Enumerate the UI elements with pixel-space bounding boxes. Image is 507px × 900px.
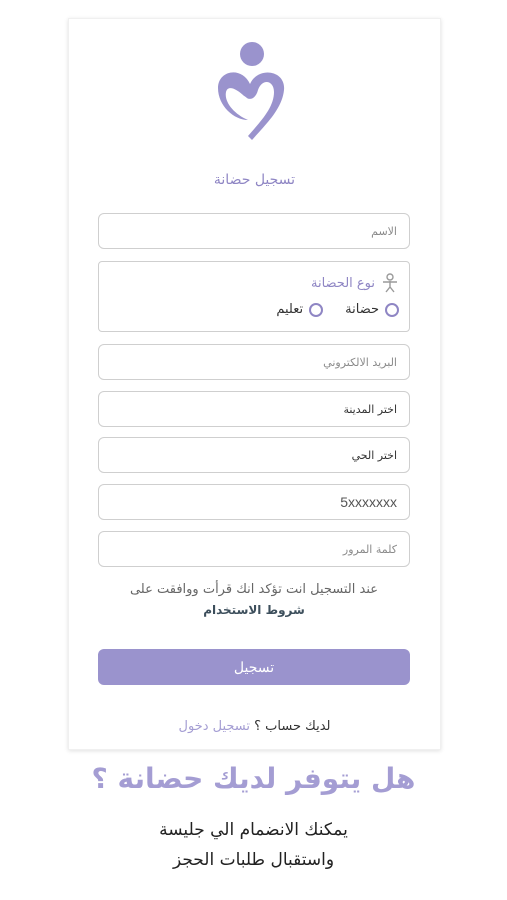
district-select[interactable]: اختر الحي: [98, 437, 410, 473]
email-field[interactable]: البريد الالكتروني: [98, 344, 410, 380]
promo-text: يمكنك الانضمام الي جليسة واستقبال طلبات …: [0, 815, 507, 875]
radio-education[interactable]: تعليم: [276, 302, 324, 317]
radio-circle[interactable]: [385, 302, 399, 317]
terms-link[interactable]: شروط الاستخدام: [88, 600, 420, 620]
login-prompt: لديك حساب ؟ تسجيل دخول: [68, 719, 441, 734]
promo-line-1: يمكنك الانضمام الي جليسة: [159, 820, 348, 840]
district-label: اختر الحي: [351, 448, 397, 462]
promo-line-2: واستقبال طلبات الحجز: [172, 850, 335, 870]
nursery-type-label: نوع الحضانة: [310, 275, 375, 291]
password-field[interactable]: كلمة المرور: [98, 531, 410, 567]
register-button[interactable]: تسجيل: [98, 649, 410, 685]
mother-heart-logo: [212, 40, 292, 142]
nursery-type-options: حضانة تعليم: [276, 302, 399, 317]
email-placeholder: البريد الالكتروني: [323, 355, 397, 369]
name-placeholder: الاسم: [371, 224, 397, 238]
name-field[interactable]: الاسم: [98, 213, 410, 249]
terms-notice: عند التسجيل انت تؤكد انك قرأت ووافقت على…: [88, 580, 420, 620]
nursery-type-header: نوع الحضانة: [311, 273, 399, 293]
login-link[interactable]: تسجيل دخول: [179, 719, 251, 734]
city-label: اختر المدينة: [343, 402, 397, 416]
terms-text: عند التسجيل انت تؤكد انك قرأت ووافقت على: [129, 582, 379, 597]
nursery-type-group: نوع الحضانة حضانة تعليم: [98, 261, 410, 332]
city-select[interactable]: اختر المدينة: [98, 391, 410, 427]
phone-field[interactable]: 5xxxxxxx: [98, 484, 410, 520]
radio-label: حضانة: [345, 302, 379, 317]
have-account-text: لديك حساب ؟: [254, 719, 331, 734]
phone-value: 5xxxxxxx: [340, 494, 397, 510]
password-placeholder: كلمة المرور: [342, 542, 397, 556]
radio-circle[interactable]: [309, 302, 324, 317]
page-title: تسجيل حضانة: [213, 172, 296, 188]
radio-nursery[interactable]: حضانة: [345, 302, 399, 317]
promo-headline: هل يتوفر لديك حضانة ؟: [91, 762, 416, 795]
child-icon: [381, 273, 399, 293]
radio-label: تعليم: [276, 302, 304, 317]
